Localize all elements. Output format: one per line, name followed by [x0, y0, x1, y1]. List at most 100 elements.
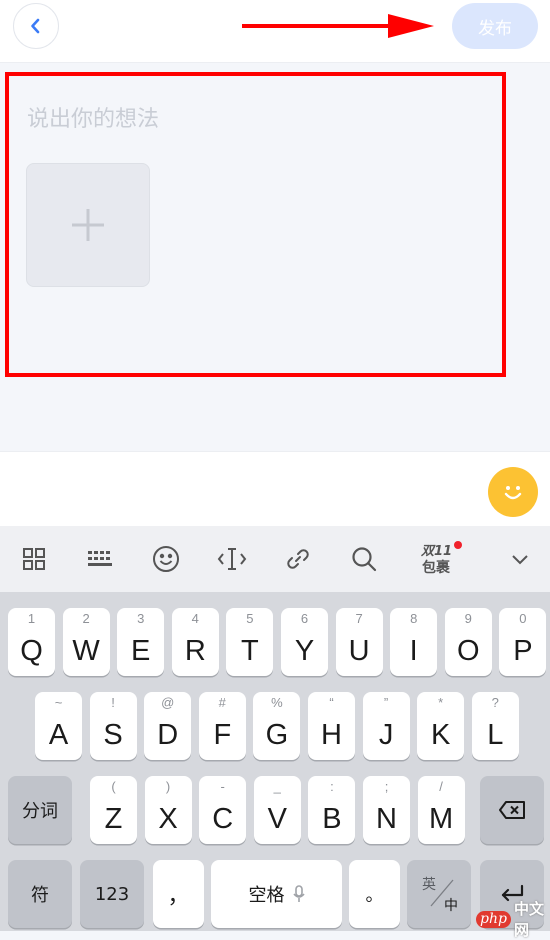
- key-g[interactable]: % G: [253, 692, 301, 760]
- key-r[interactable]: 4R: [171, 608, 219, 676]
- red-highlight-annotation: [5, 72, 506, 377]
- space-key-label: 空格: [248, 885, 285, 906]
- microphone-icon: [292, 885, 305, 902]
- key-secondary-label: 3: [137, 611, 145, 626]
- space-key[interactable]: 空格: [211, 860, 342, 928]
- key-secondary-label: ?: [491, 695, 499, 710]
- key-o[interactable]: 9O: [444, 608, 492, 676]
- back-button[interactable]: [13, 3, 59, 49]
- collapse-keyboard-button[interactable]: [498, 538, 542, 580]
- segment-key[interactable]: 分词: [8, 776, 72, 844]
- lang-zh-label: 中: [444, 898, 458, 914]
- key-i[interactable]: 8I: [390, 608, 438, 676]
- key-primary-label: G: [265, 719, 289, 751]
- key-primary-label: H: [321, 719, 342, 751]
- publish-button[interactable]: 发布: [452, 3, 538, 49]
- site-watermark: php 中文网: [476, 900, 550, 939]
- key-m[interactable]: / M: [417, 776, 465, 844]
- key-primary-label: W: [72, 635, 100, 667]
- keyboard-layout-button[interactable]: [78, 538, 122, 580]
- key-f[interactable]: # F: [198, 692, 246, 760]
- key-t[interactable]: 5T: [226, 608, 274, 676]
- key-primary-label: K: [431, 719, 451, 751]
- key-primary-label: I: [409, 635, 418, 667]
- key-secondary-label: @: [161, 695, 175, 710]
- key-primary-label: J: [378, 719, 394, 751]
- emoji-button[interactable]: [488, 467, 538, 517]
- chevron-down-icon: [512, 555, 528, 565]
- comma-key[interactable]: ，: [153, 860, 204, 928]
- language-switch-key[interactable]: 英 中: [407, 860, 471, 928]
- keyboard-apps-button[interactable]: [12, 538, 56, 580]
- key-p[interactable]: 0P: [499, 608, 547, 676]
- key-secondary-label: 4: [191, 611, 199, 626]
- key-u[interactable]: 7U: [335, 608, 383, 676]
- key-a[interactable]: ~ A: [35, 692, 82, 760]
- key-b[interactable]: :B: [308, 776, 356, 844]
- comma-key-label: ，: [167, 884, 190, 909]
- key-secondary-label: #: [218, 695, 226, 710]
- key-j[interactable]: ” J: [362, 692, 410, 760]
- notification-dot: [454, 541, 462, 549]
- keyboard-emoji-button[interactable]: [144, 538, 188, 580]
- key-secondary-label: 2: [82, 611, 90, 626]
- key-n[interactable]: ; N: [363, 776, 410, 844]
- emoji-bar: [0, 451, 550, 526]
- key-e[interactable]: 3E: [117, 608, 165, 676]
- key-primary-label: N: [376, 803, 397, 835]
- grid-icon: [23, 548, 45, 570]
- key-z[interactable]: (Z: [90, 776, 137, 844]
- key-x[interactable]: ) X: [144, 776, 192, 844]
- top-bar: 发布: [0, 0, 550, 63]
- key-primary-label: D: [157, 719, 179, 751]
- key-secondary-label: ;: [384, 779, 389, 794]
- key-w[interactable]: 2W: [62, 608, 110, 676]
- key-primary-label: B: [322, 803, 342, 835]
- key-primary-label: V: [267, 803, 287, 835]
- key-q[interactable]: 1Q: [8, 608, 55, 676]
- key-secondary-label: !: [111, 695, 115, 710]
- double11-promo-button[interactable]: 双11 包裹: [414, 540, 464, 578]
- chevron-left-icon: [31, 18, 40, 34]
- key-primary-label: A: [48, 719, 69, 751]
- key-primary-label: C: [212, 803, 234, 835]
- key-c[interactable]: -C: [199, 776, 247, 844]
- symbol-key-label: 符: [31, 885, 49, 906]
- key-secondary-label: ): [165, 779, 171, 794]
- key-secondary-label: /: [439, 779, 443, 794]
- key-secondary-label: 7: [355, 611, 363, 626]
- key-secondary-label: 8: [410, 611, 418, 626]
- key-k[interactable]: * K: [417, 692, 465, 760]
- cursor-move-button[interactable]: [210, 538, 254, 580]
- key-l[interactable]: ? L: [471, 692, 519, 760]
- symbol-key[interactable]: 符: [8, 860, 72, 928]
- key-d[interactable]: @ D: [144, 692, 192, 760]
- key-h[interactable]: “H: [308, 692, 355, 760]
- key-secondary-label: ”: [383, 695, 389, 710]
- number-key[interactable]: 123: [80, 860, 144, 928]
- keyboard: 1Q2W3E4R5T6Y7U8I9O0P ~ A! S @ D # F% G “H” J * K? L …: [0, 592, 550, 931]
- php-logo: php: [476, 910, 511, 928]
- key-primary-label: O: [457, 635, 480, 667]
- keyboard-icon: [88, 551, 112, 566]
- key-secondary-label: ~: [54, 695, 63, 710]
- key-v[interactable]: _ V: [253, 776, 301, 844]
- keyboard-search-button[interactable]: [342, 538, 386, 580]
- promo-label-line2: 包裹: [422, 560, 450, 576]
- smiley-face-icon: [504, 486, 522, 500]
- link-icon: [287, 549, 309, 569]
- key-primary-label: M: [429, 803, 454, 835]
- key-y[interactable]: 6Y: [281, 608, 328, 676]
- key-secondary-label: *: [438, 695, 444, 710]
- key-s[interactable]: ! S: [89, 692, 137, 760]
- key-secondary-label: _: [273, 779, 281, 794]
- key-primary-label: L: [487, 719, 504, 751]
- backspace-key[interactable]: [480, 776, 544, 844]
- link-button[interactable]: [276, 538, 320, 580]
- key-primary-label: S: [103, 719, 123, 751]
- backspace-icon: [499, 801, 525, 819]
- key-secondary-label: -: [220, 779, 225, 794]
- keyboard-toolbar: 双11 包裹: [0, 526, 550, 592]
- key-secondary-label: 6: [300, 611, 309, 626]
- period-key[interactable]: 。: [349, 860, 400, 928]
